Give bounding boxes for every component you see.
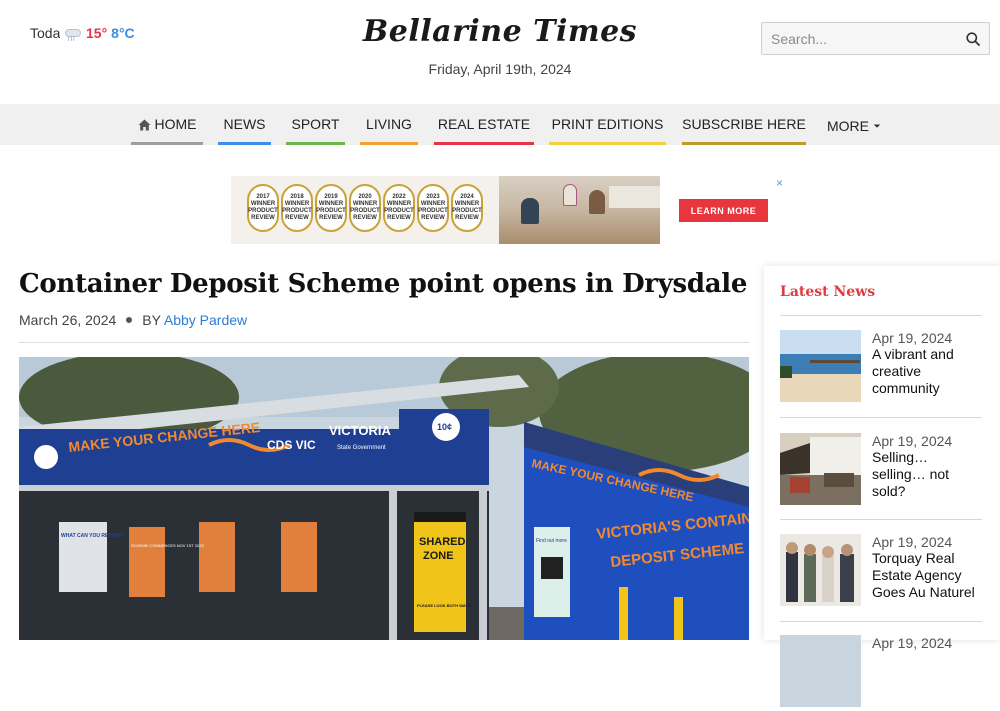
nav-item-print-editions[interactable]: PRINT EDITIONS [549,104,666,145]
hero-shared-zone-2: ZONE [423,550,454,562]
nav-underline [434,142,534,145]
award-badge: 2018 WINNER PRODUCT REVIEW [281,184,313,232]
ad-family-photo [499,176,660,244]
search-icon [966,31,980,46]
ad-close-icon[interactable]: × [776,176,783,190]
news-date: Apr 19, 2024 [872,635,953,651]
news-item[interactable]: Apr 19, 2024 Torquay Real Estate Agency … [780,534,984,610]
news-thumbnail [780,635,861,707]
nav-label: REAL ESTATE [437,115,531,132]
latest-news-sidebar: Latest News Apr 19, 2024 A vibrant and c… [764,266,1000,707]
article-hero-image: MAKE YOUR CHANGE HERE CDS VIC VICTORIA S… [19,357,749,640]
nav-item-subscribe[interactable]: SUBSCRIBE HERE [682,104,806,145]
nav-item-news[interactable]: NEWS [218,104,271,145]
hero-shared-zone-1: SHARED [419,536,466,548]
award-badge: 2020 WINNER PRODUCT REVIEW [349,184,381,232]
news-date: Apr 19, 2024 [872,330,953,346]
sidebar-divider [780,621,982,622]
award-badges: 2017 WINNER PRODUCT REVIEW 2018 WINNER PRODUC… [247,184,483,232]
sidebar-divider [780,315,982,316]
hero-shared-zone-3: PLEASE LOOK BOTH WAYS [417,603,471,608]
news-title[interactable]: Torquay Real Estate Agency Goes Au Natur… [872,550,984,601]
article-divider [19,342,749,343]
news-thumbnail [780,433,861,505]
news-date: Apr 19, 2024 [872,534,953,550]
article-header: Container Deposit Scheme point opens in … [19,264,749,343]
award-badge: 2022 WINNER PRODUCT REVIEW [383,184,415,232]
nav-item-living[interactable]: LIVING [360,104,418,145]
author-link[interactable]: Abby Pardew [164,312,247,328]
news-thumbnail [780,330,861,402]
news-title[interactable]: Selling… selling… not sold? [872,449,984,500]
news-item[interactable]: Apr 19, 2024 [780,635,984,711]
hero-vic: VICTORIA [329,423,391,438]
hero-refund: 10¢ [437,422,452,432]
hero-screen-text: SCHEME COMMENCES NOV 1ST 2023 [131,543,205,548]
search-button[interactable] [957,23,989,54]
news-item[interactable]: Apr 19, 2024 Selling… selling… not sold? [780,433,984,509]
news-title[interactable]: A vibrant and creative community [872,346,984,397]
meta-separator [126,317,133,323]
award-badge: 2024 WINNER PRODUCT REVIEW [451,184,483,232]
hero-vic-sub: State Government [337,445,386,451]
award-badge: 2019 WINNER PRODUCT REVIEW [315,184,347,232]
recycling-kiosk-photo: MAKE YOUR CHANGE HERE CDS VIC VICTORIA S… [19,357,749,640]
nav-item-sport[interactable]: SPORT [286,104,345,145]
nav-underline [549,142,666,145]
ad-side-panel: LEARN MORE × [660,176,786,244]
search-input[interactable] [762,23,957,54]
sidebar-heading: Latest News [780,284,876,300]
article-title: Container Deposit Scheme point opens in … [19,269,748,299]
home-icon [138,119,150,130]
news-item[interactable]: Apr 19, 2024 A vibrant and creative comm… [780,330,984,406]
nav-label: PRINT EDITIONS [551,115,664,132]
ad-banner[interactable]: 2017 WINNER PRODUCT REVIEW 2018 WINNER PRODUC… [231,176,660,244]
hero-find-out: Find out more [536,538,567,544]
hero-cds: CDS VIC [267,438,316,452]
search-box [761,22,990,55]
nav-label: HOME [154,115,197,132]
nav-label: SPORT [291,115,340,132]
article-date: March 26, 2024 [19,312,117,328]
nav-label: NEWS [223,115,266,132]
nav-item-more[interactable]: MORE [821,104,887,145]
nav-item-home[interactable]: HOME [131,104,203,145]
nav-underline [131,142,203,145]
nav-item-real-estate[interactable]: REAL ESTATE [434,104,534,145]
nav-label: SUBSCRIBE HERE [682,115,806,132]
award-badge: 2017 WINNER PRODUCT REVIEW [247,184,279,232]
current-date: Friday, April 19th, 2024 [428,61,572,77]
site-header: Today ǀǀǀ 15° 8°C Bellarine Times Friday… [0,0,1000,104]
by-label: BY [142,312,161,328]
news-thumbnail [780,534,861,606]
nav-label: MORE [827,117,869,134]
award-badge: 2023 WINNER PRODUCT REVIEW [417,184,449,232]
sidebar-divider [780,417,982,418]
article-meta: March 26, 2024 BY Abby Pardew [19,312,749,328]
sidebar-divider [780,519,982,520]
nav-label: LIVING [366,115,412,132]
nav-underline [218,142,271,145]
learn-more-button[interactable]: LEARN MORE [679,199,768,222]
news-date: Apr 19, 2024 [872,433,953,449]
main-nav: HOME NEWS SPORT LIVING REAL ESTATE PRINT… [0,104,1000,145]
hero-what-can: WHAT CAN YOU RETURN? [61,533,125,539]
caret-down-icon [873,124,881,128]
nav-underline [682,142,806,145]
nav-underline [360,142,418,145]
nav-underline [286,142,345,145]
